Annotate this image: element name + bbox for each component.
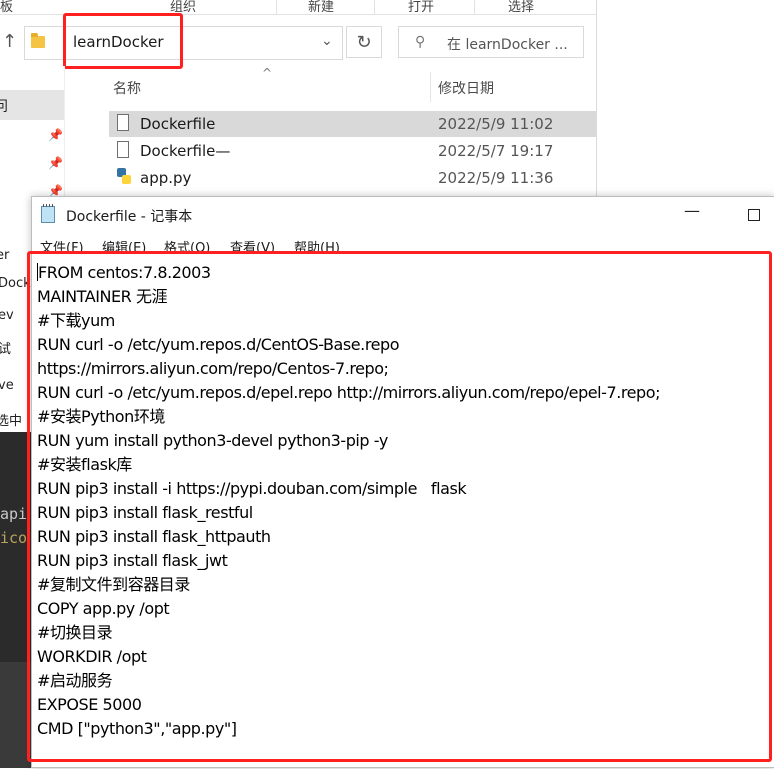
ribbon-group-label: 选择 — [508, 0, 535, 15]
ribbon-group-label: 新建 — [308, 0, 335, 15]
sort-ascending-icon: ^ — [262, 66, 273, 80]
file-name: app.py — [140, 169, 192, 187]
content-highlight-box — [27, 251, 772, 762]
notepad-icon — [41, 204, 55, 223]
file-row[interactable]: Dockerfile 2022/5/9 11:02 — [109, 111, 596, 137]
window-title: Dockerfile - 记事本 — [66, 209, 193, 225]
address-highlight-box — [63, 13, 183, 69]
python-file-icon — [117, 168, 131, 184]
file-icon — [117, 141, 129, 158]
up-arrow-icon[interactable]: ↑ — [2, 32, 18, 52]
file-name: Dockerfile — [140, 115, 216, 133]
nav-item-label[interactable]: ve — [0, 378, 14, 393]
search-icon: ⚲ — [415, 34, 426, 50]
address-row: ↑ learnDocker ⌄ ↻ ⚲ 在 learnDocker ... — [0, 13, 596, 69]
nav-item-label[interactable]: ev — [0, 308, 14, 323]
background-code-line: ico — [0, 529, 28, 547]
refresh-button[interactable]: ↻ — [346, 26, 382, 58]
file-name: Dockerfile— — [140, 142, 231, 160]
file-date: 2022/5/7 19:17 — [438, 142, 554, 160]
notepad-titlebar[interactable]: Dockerfile - 记事本 — — [32, 197, 774, 233]
search-input[interactable]: ⚲ 在 learnDocker ... — [398, 26, 584, 58]
file-date: 2022/5/9 11:02 — [438, 115, 554, 133]
ribbon-group-label: 板 — [0, 0, 14, 15]
address-bar[interactable]: learnDocker ⌄ — [24, 13, 343, 69]
nav-item-selected[interactable]: 问 — [0, 90, 64, 120]
ribbon-group-label: 打开 — [408, 0, 435, 15]
pin-icon[interactable]: 📌 — [48, 128, 63, 142]
file-list-header: 名称 ^ 修改日期 — [96, 66, 596, 106]
nav-item-label: 问 — [0, 96, 8, 116]
chevron-down-icon[interactable]: ⌄ — [321, 33, 333, 49]
background-code-line: api — [0, 505, 28, 523]
file-row[interactable]: app.py 2022/5/9 11:36 — [109, 165, 596, 191]
column-header-name[interactable]: 名称 — [113, 78, 141, 98]
minimize-button[interactable]: — — [684, 201, 700, 220]
file-icon — [117, 114, 129, 131]
nav-item-label[interactable]: 试 — [0, 338, 11, 357]
maximize-button[interactable] — [748, 209, 760, 221]
nav-item-label[interactable]: er — [0, 248, 9, 263]
pin-icon[interactable]: 📌 — [48, 156, 63, 170]
folder-icon — [31, 33, 45, 48]
column-header-date[interactable]: 修改日期 — [438, 78, 494, 98]
file-row[interactable]: Dockerfile— 2022/5/7 19:17 — [109, 138, 596, 164]
nav-item-label[interactable]: 选中 — [0, 410, 22, 429]
search-placeholder: 在 learnDocker ... — [447, 37, 568, 53]
refresh-icon: ↻ — [356, 32, 372, 53]
file-date: 2022/5/9 11:36 — [438, 169, 554, 187]
